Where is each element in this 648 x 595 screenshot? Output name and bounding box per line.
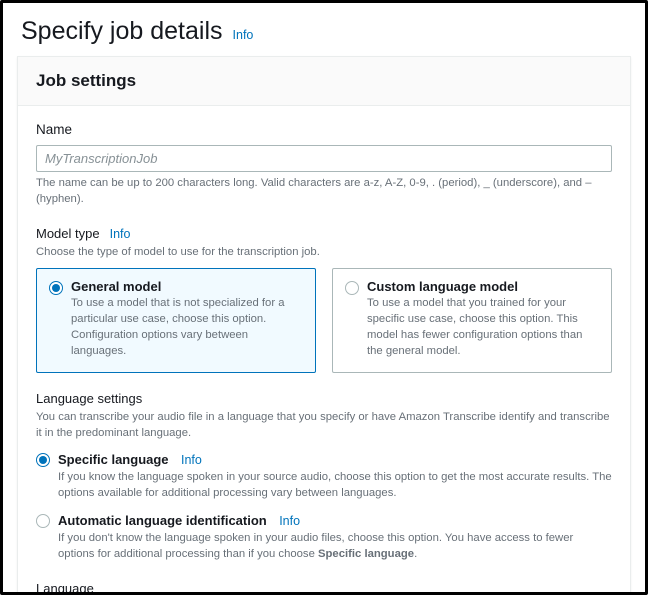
language-section: Language Choose the language of the inpu… <box>36 581 612 595</box>
specific-language-title: Specific language <box>58 452 169 467</box>
model-type-info-link[interactable]: Info <box>110 227 131 241</box>
radio-icon <box>36 453 50 467</box>
panel-header: Job settings <box>18 57 630 106</box>
general-model-desc: To use a model that is not specialized f… <box>71 296 303 359</box>
auto-language-desc: If you don't know the language spoken in… <box>58 531 612 563</box>
auto-language-radio[interactable]: Automatic language identification Info I… <box>36 512 612 563</box>
specific-language-info-link[interactable]: Info <box>181 453 202 467</box>
name-label: Name <box>36 122 612 137</box>
page-title: Specify job details <box>21 17 223 46</box>
header-info-link[interactable]: Info <box>233 28 254 42</box>
lang-settings-label: Language settings <box>36 391 612 406</box>
panel-body: Name The name can be up to 200 character… <box>18 106 630 595</box>
model-type-section: Model type Info Choose the type of model… <box>36 226 612 373</box>
radio-icon <box>36 514 50 528</box>
model-type-custom-tile[interactable]: Custom language model To use a model tha… <box>332 268 612 372</box>
page-header: Specify job details Info <box>3 3 645 56</box>
radio-icon <box>345 281 359 295</box>
auto-desc-bold: Specific language <box>318 548 414 560</box>
specific-language-radio[interactable]: Specific language Info If you know the l… <box>36 451 612 502</box>
auto-desc-prefix: If you don't know the language spoken in… <box>58 532 573 560</box>
model-type-tiles: General model To use a model that is not… <box>36 268 612 372</box>
language-label: Language <box>36 581 612 595</box>
name-input[interactable] <box>36 145 612 172</box>
auto-language-info-link[interactable]: Info <box>279 514 300 528</box>
custom-model-desc: To use a model that you trained for your… <box>367 296 599 359</box>
auto-language-title: Automatic language identification <box>58 513 267 528</box>
name-hint: The name can be up to 200 characters lon… <box>36 176 612 208</box>
name-field: Name The name can be up to 200 character… <box>36 122 612 208</box>
model-type-label: Model type <box>36 226 100 241</box>
page-root: Specify job details Info Job settings Na… <box>0 0 648 595</box>
language-settings-section: Language settings You can transcribe you… <box>36 391 612 563</box>
panel-title: Job settings <box>36 71 612 91</box>
auto-desc-suffix: . <box>414 548 417 560</box>
model-type-hint: Choose the type of model to use for the … <box>36 245 612 261</box>
custom-model-title: Custom language model <box>367 279 599 294</box>
lang-settings-hint: You can transcribe your audio file in a … <box>36 410 612 442</box>
model-type-general-tile[interactable]: General model To use a model that is not… <box>36 268 316 372</box>
general-model-title: General model <box>71 279 303 294</box>
specific-language-desc: If you know the language spoken in your … <box>58 470 612 502</box>
job-settings-panel: Job settings Name The name can be up to … <box>17 56 631 595</box>
radio-icon <box>49 281 63 295</box>
